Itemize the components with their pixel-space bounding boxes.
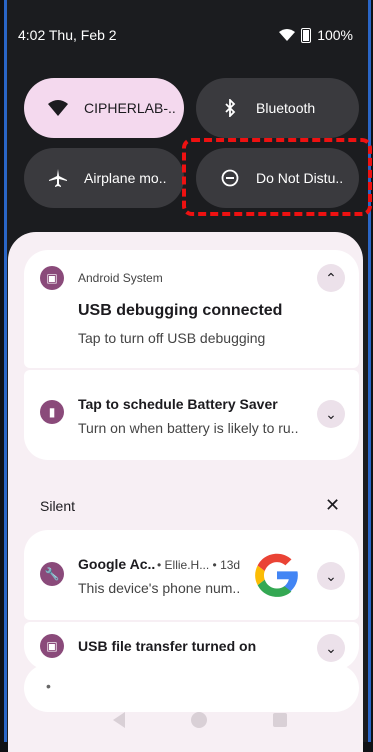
- back-icon[interactable]: [113, 712, 125, 728]
- bluetooth-icon: [220, 98, 240, 118]
- battery-saver-icon: ▮: [40, 400, 64, 424]
- dnd-highlight-box: [182, 138, 372, 216]
- android-system-title: USB debugging connected: [78, 302, 283, 319]
- status-icons: 100%: [279, 27, 353, 43]
- usb-transfer-title: USB file transfer turned on: [78, 638, 257, 654]
- battery-icon: [301, 27, 312, 43]
- status-bar: 4:02 Thu, Feb 2 100%: [8, 24, 363, 46]
- usb-expand-button[interactable]: ⌄: [317, 634, 345, 662]
- notification-google[interactable]: 🔧 Google Ac.. • Ellie.H... • 13d This de…: [24, 530, 359, 620]
- home-icon[interactable]: [191, 712, 207, 728]
- google-body: This device's phone num..: [78, 580, 241, 596]
- collapsed-dot: •: [46, 678, 51, 694]
- airplane-icon: [48, 168, 68, 188]
- tile-bluetooth-label: Bluetooth: [256, 100, 316, 116]
- android-system-body: Tap to turn off USB debugging: [78, 330, 266, 346]
- chevron-down-icon: ⌄: [325, 405, 337, 422]
- clear-silent-button[interactable]: ✕: [325, 495, 340, 516]
- tile-wifi[interactable]: CIPHERLAB-..: [24, 78, 184, 138]
- chevron-down-icon: ⌄: [325, 639, 337, 656]
- tile-wifi-label: CIPHERLAB-..: [84, 100, 176, 116]
- battery-saver-body: Turn on when battery is likely to ru..: [78, 420, 299, 436]
- notification-battery-saver[interactable]: ▮ Tap to schedule Battery Saver Turn on …: [24, 370, 359, 460]
- android-system-app-icon: ▣: [40, 266, 64, 290]
- chevron-up-icon: ⌃: [325, 269, 337, 286]
- google-title: Google Ac..: [78, 556, 156, 572]
- wrench-icon: 🔧: [40, 562, 64, 586]
- android-system-app-name: Android System: [78, 271, 163, 285]
- google-expand-button[interactable]: ⌄: [317, 562, 345, 590]
- notification-collapsed[interactable]: •: [24, 664, 359, 712]
- silent-section-label: Silent: [40, 498, 76, 514]
- usb-app-icon: ▣: [40, 634, 64, 658]
- expand-button[interactable]: ⌄: [317, 400, 345, 428]
- tile-airplane-label: Airplane mo..: [84, 170, 167, 186]
- tile-bluetooth[interactable]: Bluetooth: [196, 78, 359, 138]
- recents-icon[interactable]: [273, 713, 287, 727]
- collapse-button[interactable]: ⌃: [317, 264, 345, 292]
- navigation-bar: [80, 708, 320, 732]
- wifi-status-icon: [279, 29, 296, 41]
- notification-usb-transfer[interactable]: ▣ USB file transfer turned on ⌄: [24, 622, 359, 670]
- tile-airplane[interactable]: Airplane mo..: [24, 148, 184, 208]
- status-time: 4:02 Thu, Feb 2: [18, 27, 117, 43]
- chevron-down-icon: ⌄: [325, 567, 337, 584]
- google-logo-icon: [255, 553, 298, 597]
- battery-percent: 100%: [317, 27, 353, 43]
- wifi-icon: [48, 98, 68, 118]
- notification-android-system[interactable]: ▣ Android System ⌃ USB debugging connect…: [24, 250, 359, 368]
- battery-saver-title: Tap to schedule Battery Saver: [78, 396, 278, 412]
- google-meta: • Ellie.H... • 13d: [157, 558, 241, 572]
